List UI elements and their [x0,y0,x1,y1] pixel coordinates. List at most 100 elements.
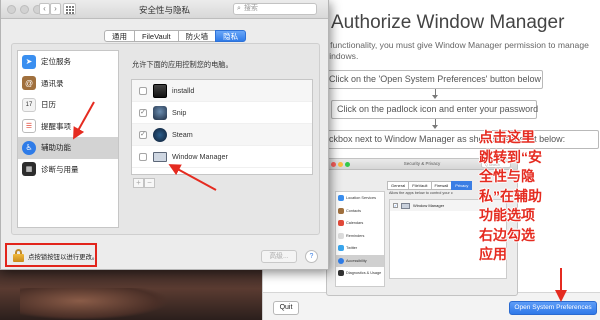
wallpaper-rock [20,288,170,320]
lock-highlight[interactable]: 点按锁按钮以进行更改。 [5,243,99,267]
mini-sidebar-item: Location Services [336,192,384,205]
remove-app-button[interactable]: − [144,178,155,188]
step-down-arrow-icon [431,119,439,129]
tab-bar: 通用 FileVault 防火墙 隐私 [104,30,247,42]
location-arrow-icon [338,195,344,202]
quit-button[interactable]: Quit [273,301,299,315]
tab-privacy[interactable]: 隐私 [215,30,247,42]
contacts-book-icon [338,207,344,214]
mini-sidebar-label: Location Services [346,196,376,201]
mini-tab-firewall: Firewall [430,181,453,190]
steam-icon [153,127,167,142]
accessibility-icon [338,257,344,264]
lock-text: 点按锁按钮以进行更改。 [28,254,99,261]
sidebar-item-label: 诊断与用量 [41,164,79,174]
twitter-icon [338,245,344,252]
reminders-list-icon: ☰ [22,119,36,134]
step-open-prefs: Click on the 'Open System Preferences' b… [323,70,543,89]
sidebar-item-label: 定位服务 [41,57,71,67]
app-row-installd: installd [132,80,312,102]
sidebar-item-accessibility[interactable]: ♿ 辅助功能 [18,137,118,159]
instruction-annotation: 点击这里 跳转到“安 全性与隐 私”在辅助 功能选项 右边勾选 应用 [479,128,597,265]
calendar-icon [338,220,344,227]
annotation-line: 功能选项 [479,207,535,223]
sidebar-item-calendar[interactable]: 17 日历 [18,94,118,116]
mini-tabs: General FileVault Firewall Privacy [387,181,473,190]
app-name: Steam [172,130,193,139]
tab-firewall[interactable]: 防火墙 [177,30,217,42]
mini-sidebar-label: Accessibility [346,258,367,263]
mini-sidebar-label: Reminders [346,233,365,238]
mini-sidebar-label: Diagnostics & Usage [346,271,382,276]
snip-icon [153,105,167,120]
close-window-icon[interactable] [7,5,16,14]
annotation-line: 跳转到“安 [479,148,542,165]
privacy-hint: 允许下面的应用控制您的电脑。 [132,60,233,69]
app-checkbox[interactable] [139,86,147,95]
search-placeholder: 搜索 [243,5,258,12]
mini-tab-privacy: Privacy [451,181,473,190]
diagnostics-chart-icon: ▦ [22,162,36,177]
mini-sidebar-label: Calendars [346,221,364,226]
app-checkbox[interactable]: ✓ [139,130,147,139]
contacts-book-icon: @ [22,76,36,91]
mini-tab-general: General [387,181,410,190]
app-checkbox[interactable]: ✓ [139,108,147,117]
step-down-arrow-icon [431,89,439,99]
add-app-button[interactable]: + [133,178,144,188]
padlock-icon[interactable] [13,249,24,262]
auth-bottom-bar: Quit Open System Preferences [263,292,600,320]
mini-sidebar-item: Calendars [336,217,384,230]
tab-general[interactable]: 通用 [104,30,135,42]
tab-filevault[interactable]: FileVault [134,30,179,42]
window-titlebar: ‹ › 安全性与隐私 ⌕ 搜索 [1,0,328,19]
sidebar-item-diagnostics[interactable]: ▦ 诊断与用量 [18,159,118,181]
mini-sidebar-label: Twitter [346,246,358,251]
annotation-line: 全性与隐 [479,168,535,184]
sidebar-item-location[interactable]: ➤ 定位服务 [18,51,118,73]
app-checkbox[interactable] [139,152,147,161]
mini-sidebar-item: Diagnostics & Usage [336,267,384,280]
minimize-window-icon[interactable] [20,5,29,14]
mini-sidebar-item-accessibility: Accessibility [336,254,384,267]
sidebar-item-label: 通讯录 [41,78,64,88]
help-button[interactable]: ? [305,250,318,263]
back-chevron-icon[interactable]: ‹ [39,3,50,15]
show-all-grid-icon[interactable] [63,3,76,15]
window-manager-icon [153,151,167,162]
mini-sidebar: Location Services Contacts Calendars Rem… [335,191,385,287]
annotation-line: 点击这里 [479,129,535,145]
diagnostics-chart-icon [338,270,344,277]
mini-tab-filevault: FileVault [408,181,432,190]
mini-sidebar-item: Twitter [336,242,384,255]
reminders-list-icon [338,232,344,239]
search-input[interactable]: ⌕ 搜索 [233,3,317,15]
sidebar-item-contacts[interactable]: @ 通讯录 [18,73,118,95]
app-row-snip: ✓ Snip [132,102,312,124]
open-system-preferences-button[interactable]: Open System Preferences [509,301,597,315]
app-name: Window Manager [172,152,228,161]
calendar-icon: 17 [22,97,36,112]
add-remove-buttons: + − [133,178,155,188]
window-manager-icon [401,202,410,209]
mini-app-name: Window Manager [413,203,445,208]
sidebar-item-label: 提醒事项 [41,121,71,131]
annotation-line: 右边勾选 [479,226,535,243]
auth-title: Authorize Window Manager [331,12,565,33]
app-row-window-manager: Window Manager [132,146,312,168]
mini-sidebar-item: Contacts [336,205,384,218]
installd-icon [153,83,167,98]
auth-description: o functionality, you must give Window Ma… [323,40,589,61]
advanced-button[interactable]: 高级... [261,250,297,263]
step-padlock: Click on the padlock icon and enter your… [331,100,538,119]
security-privacy-window: ‹ › 安全性与隐私 ⌕ 搜索 通用 FileVault 防火墙 隐私 ➤ 定位服… [0,0,329,270]
app-name: Snip [172,108,187,117]
mini-sidebar-label: Contacts [346,208,361,213]
forward-chevron-icon[interactable]: › [50,3,61,15]
privacy-sidebar: ➤ 定位服务 @ 通讯录 17 日历 ☰ 提醒事项 ♿ 辅助功能 ▦ 诊断与用量 [17,50,119,228]
sidebar-item-label: 日历 [41,100,56,110]
bottom-bar: 点按锁按钮以进行更改。 高级... ? [1,240,330,270]
sidebar-item-reminders[interactable]: ☰ 提醒事项 [18,116,118,138]
app-list: installd ✓ Snip ✓ Steam Window Manager [131,79,313,175]
search-icon: ⌕ [237,5,241,12]
